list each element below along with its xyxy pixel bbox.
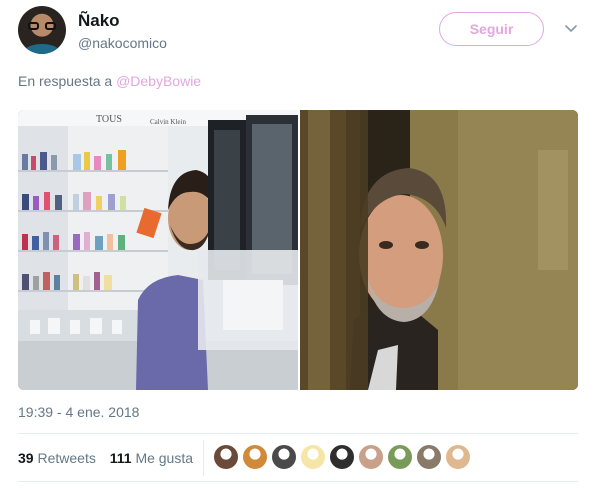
likes-label: Me gusta [135,450,194,466]
reply-mention-link[interactable]: @DebyBowie [116,73,201,89]
liker-avatar-emoji[interactable] [300,444,326,470]
likes-stat[interactable]: 111 Me gusta [110,450,193,466]
chevron-down-icon[interactable] [563,20,579,36]
store-sign-tous: TOUS [96,114,122,125]
right-photo [300,110,578,390]
author-handle[interactable]: @nakocomico [78,35,167,51]
divider-bottom [18,481,578,482]
liker-avatar-apple[interactable] [271,444,297,470]
liker-avatar-1[interactable] [213,444,239,470]
profile-avatar[interactable] [18,6,66,54]
retweets-stat[interactable]: 39 Retweets [18,450,96,466]
tweet-stats: 39 Retweets 111 Me gusta [18,450,203,466]
follow-button[interactable]: Seguir [439,12,544,46]
liker-avatar-7[interactable] [387,444,413,470]
retweets-count: 39 [18,450,34,466]
reply-prefix: En respuesta a [18,73,113,89]
likes-count: 111 [109,450,132,466]
liker-avatar-6[interactable] [358,444,384,470]
liker-avatar-8[interactable] [416,444,442,470]
author-name[interactable]: Ñako [78,11,120,31]
liker-avatar-5[interactable] [329,444,355,470]
stats-separator [203,440,204,476]
tweet-timestamp[interactable]: 19:39 - 4 ene. 2018 [18,404,139,420]
liker-avatar-9[interactable] [445,444,471,470]
tweet-header: Ñako @nakocomico Seguir [18,6,582,58]
tweet-media[interactable]: TOUS Calvin Klein [18,110,578,390]
divider-top [18,433,578,434]
reply-context: En respuesta a @DebyBowie [18,73,201,89]
store-sign-ck: Calvin Klein [150,118,186,126]
retweets-label: Retweets [37,450,96,466]
liker-avatar-2[interactable] [242,444,268,470]
display-case [198,115,298,350]
